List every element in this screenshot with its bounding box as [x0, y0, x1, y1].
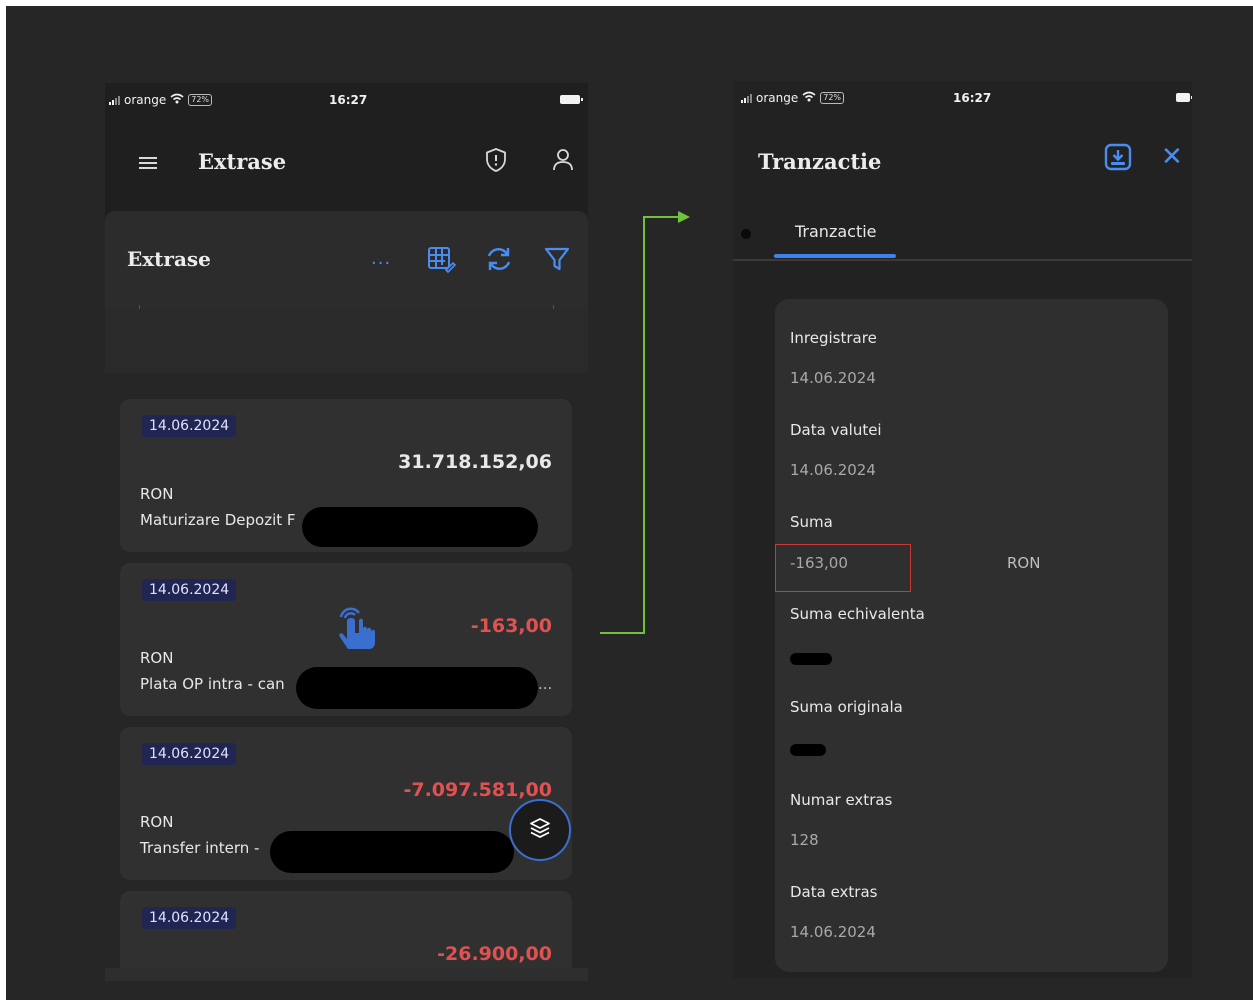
amount: 31.718.152,06	[398, 451, 552, 473]
more-icon[interactable]: ···	[371, 253, 391, 274]
battery-icon	[560, 95, 583, 104]
redaction-mark	[790, 744, 826, 756]
date-badge: 14.06.2024	[142, 579, 237, 601]
menu-icon[interactable]	[139, 157, 157, 169]
field-value-data-extras: 14.06.2024	[790, 923, 876, 941]
download-icon[interactable]	[1103, 141, 1135, 175]
signal-icon	[109, 95, 120, 105]
app-header: Extrase	[105, 119, 588, 209]
status-bar: orange 72% 16:27	[105, 83, 588, 119]
page-title: Extrase	[198, 149, 287, 174]
page-title: Tranzactie	[758, 149, 882, 174]
date-badge: 14.06.2024	[142, 415, 237, 437]
status-left: orange 72%	[741, 91, 845, 105]
field-label-numar-extras: Numar extras	[790, 791, 893, 809]
field-value-data-valutei: 14.06.2024	[790, 461, 876, 479]
currency: RON	[140, 485, 174, 503]
redaction-mark	[270, 831, 514, 873]
screenshot-canvas: orange 72% 16:27 Extrase Extrase ··· 14.…	[6, 6, 1253, 1000]
field-label-inregistrare: Inregistrare	[790, 329, 877, 347]
currency: RON	[140, 649, 174, 667]
currency: RON	[140, 813, 174, 831]
user-icon[interactable]	[548, 145, 578, 175]
battery-percent-badge: 72%	[820, 92, 845, 104]
battery-icon	[1176, 93, 1192, 102]
status-bar: orange 72% 16:27	[733, 81, 1192, 117]
phone-statements-list: orange 72% 16:27 Extrase Extrase ··· 14.…	[105, 83, 588, 981]
field-label-suma: Suma	[790, 513, 833, 531]
carrier-label: orange	[756, 91, 799, 105]
layers-fab-button[interactable]	[509, 799, 571, 861]
layers-icon	[528, 816, 552, 844]
amount: -7.097.581,00	[403, 779, 552, 801]
tab-tranzactie[interactable]: Tranzactie	[795, 222, 877, 241]
section-title: Extrase	[127, 247, 211, 271]
tap-hand-icon	[333, 603, 381, 653]
refresh-icon[interactable]	[483, 243, 515, 275]
bottom-edge	[105, 968, 588, 981]
status-left: orange 72%	[109, 93, 213, 107]
flow-arrow	[600, 211, 696, 641]
redaction-mark	[790, 653, 832, 665]
wifi-icon	[170, 93, 184, 107]
table-edit-icon[interactable]	[425, 243, 457, 275]
redaction-mark	[296, 667, 538, 709]
signal-icon	[741, 93, 752, 103]
shield-alert-icon[interactable]	[481, 145, 511, 175]
field-label-suma-originala: Suma originala	[790, 698, 903, 716]
field-label-data-valutei: Data valutei	[790, 421, 882, 439]
field-label-data-extras: Data extras	[790, 883, 878, 901]
field-value-suma: -163,00	[790, 554, 848, 572]
tab-divider	[733, 259, 1192, 261]
status-time: 16:27	[329, 93, 368, 107]
active-tab-underline	[774, 254, 896, 258]
transaction-list: 14.06.2024 31.718.152,06 RON Maturizare …	[105, 373, 588, 981]
tab-indicator-dot	[741, 229, 751, 239]
transaction-card[interactable]: 14.06.2024 31.718.152,06 RON Maturizare …	[120, 399, 572, 552]
wifi-icon	[802, 91, 816, 105]
field-value-suma-currency: RON	[1007, 554, 1041, 572]
description: Transfer intern -	[140, 839, 260, 857]
transaction-detail-card: Inregistrare 14.06.2024 Data valutei 14.…	[775, 299, 1168, 972]
section-header-card: Extrase ···	[105, 211, 588, 309]
battery-percent-badge: 72%	[188, 94, 213, 106]
filter-icon[interactable]	[541, 243, 573, 275]
transaction-card[interactable]: 14.06.2024 -7.097.581,00 RON Transfer in…	[120, 727, 572, 880]
description: Maturizare Depozit F	[140, 511, 296, 529]
status-time: 16:27	[953, 91, 992, 105]
filter-band	[105, 309, 588, 373]
description-tail: ...	[538, 675, 553, 693]
date-badge: 14.06.2024	[142, 907, 237, 929]
phone-transaction-detail: orange 72% 16:27 Tranzactie ✕ Tranzactie…	[733, 81, 1192, 978]
field-value-inregistrare: 14.06.2024	[790, 369, 876, 387]
date-badge: 14.06.2024	[142, 743, 237, 765]
redaction-mark	[302, 507, 538, 547]
close-icon[interactable]: ✕	[1161, 143, 1183, 171]
field-label-suma-echivalenta: Suma echivalenta	[790, 605, 925, 623]
amount: -26.900,00	[437, 943, 552, 965]
description: Plata OP intra - can	[140, 675, 285, 693]
carrier-label: orange	[124, 93, 167, 107]
amount: -163,00	[470, 615, 552, 637]
field-value-numar-extras: 128	[790, 831, 819, 849]
